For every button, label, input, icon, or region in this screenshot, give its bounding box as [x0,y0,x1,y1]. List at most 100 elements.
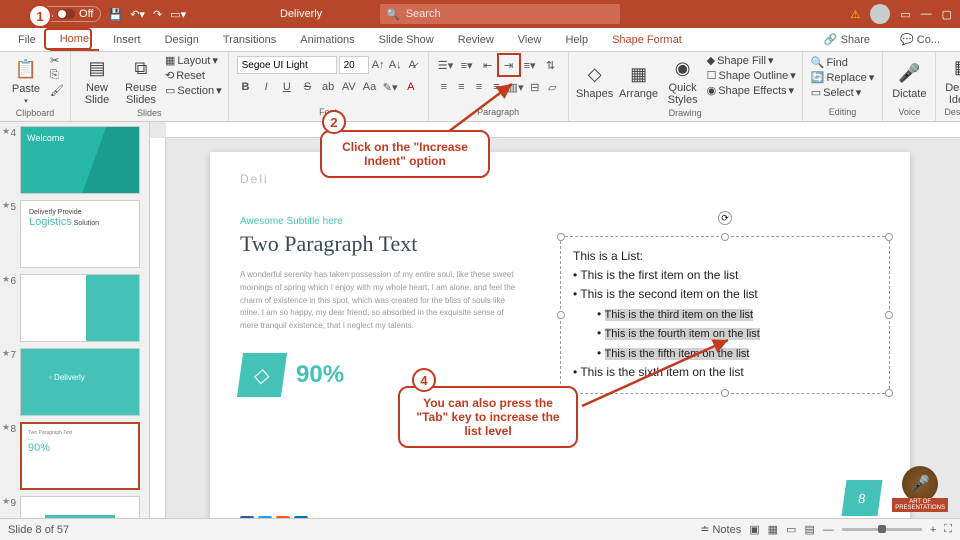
strike-button[interactable]: S [299,78,317,96]
format-painter-icon[interactable]: 🖌 [50,84,64,97]
shadow-button[interactable]: ab [319,78,337,96]
align-left-button[interactable]: ≡ [437,78,452,96]
decrease-font-icon[interactable]: A↓ [388,56,403,74]
list-header[interactable]: This is a List: [573,247,877,266]
align-right-button[interactable]: ≡ [472,78,487,96]
notes-button[interactable]: ≐ Notes [700,523,741,536]
replace-button[interactable]: 🔄 Replace▾ [811,71,875,84]
ribbon-options-icon[interactable]: ▭ [900,8,910,21]
clear-format-icon[interactable]: A̷ [405,56,420,74]
spacing-button[interactable]: AV [340,78,358,96]
font-name-input[interactable] [237,56,337,74]
paste-button[interactable]: 📋Paste▾ [6,54,46,108]
dictate-button[interactable]: 🎤Dictate [889,54,929,107]
ruler-horizontal [166,122,960,138]
shape-effects-button[interactable]: ◉ Shape Effects▾ [707,84,796,97]
slideshow-icon[interactable]: ▭▾ [170,8,186,21]
reuse-slides-button[interactable]: ⧉Reuse Slides [121,54,161,108]
align-center-button[interactable]: ≡ [454,78,469,96]
list-item[interactable]: This is the sixth item on the list [573,363,877,382]
increase-font-icon[interactable]: A↑ [371,56,386,74]
list-item[interactable]: This is the fourth item on the list [573,324,877,344]
new-slide-button[interactable]: ▤New Slide [77,54,117,108]
tab-animations[interactable]: Animations [290,30,364,50]
tab-file[interactable]: File [8,30,46,50]
search-box[interactable]: 🔍 Search [380,4,620,24]
list-text-box[interactable]: ⟳ This is a List: This is the first item… [560,236,890,394]
bullets-button[interactable]: ☰▾ [437,56,455,74]
select-button[interactable]: ▭ Select▾ [811,86,875,99]
rotate-handle-icon[interactable]: ⟳ [718,211,732,225]
tab-transitions[interactable]: Transitions [213,30,286,50]
shape-outline-button[interactable]: ☐ Shape Outline▾ [707,69,796,82]
comments-button[interactable]: 💬 Co... [890,29,950,50]
cut-icon[interactable]: ✂ [50,54,64,67]
tab-help[interactable]: Help [555,30,598,50]
italic-button[interactable]: I [257,78,275,96]
copy-icon[interactable]: ⎘ [50,69,64,82]
document-name: Deliverly [280,8,322,20]
tab-home[interactable]: Home [50,29,99,51]
font-color-button[interactable]: A [402,78,420,96]
tab-design[interactable]: Design [155,30,209,50]
decrease-indent-button[interactable]: ⇤ [479,56,497,74]
bold-button[interactable]: B [237,78,255,96]
tab-shape-format[interactable]: Shape Format [602,30,692,50]
tab-slideshow[interactable]: Slide Show [369,30,444,50]
undo-icon[interactable]: ↶▾ [130,8,145,21]
line-spacing-button[interactable]: ≡▾ [521,56,539,74]
tab-insert[interactable]: Insert [103,30,151,50]
smartart-button[interactable]: ▱ [545,78,560,96]
quick-styles-button[interactable]: ◉Quick Styles [663,54,703,108]
tab-review[interactable]: Review [448,30,504,50]
slide-thumbnails-panel[interactable]: 4★Welcome 5★Deliverly ProvideLogistics S… [0,122,150,518]
fit-icon[interactable]: ⛶ [944,523,952,536]
annotation-badge-1: 1 [28,4,52,28]
font-size-input[interactable] [339,56,369,74]
numbering-button[interactable]: ≡▾ [458,56,476,74]
find-button[interactable]: 🔍 Find [811,56,875,69]
view-sorter-icon[interactable]: ▦ [768,523,778,536]
highlight-button[interactable]: ✎▾ [381,78,399,96]
redo-icon[interactable]: ↷ [153,8,162,21]
list-item[interactable]: This is the fifth item on the list [573,344,877,364]
layout-button[interactable]: ▦ Layout▾ [165,54,222,67]
zoom-slider[interactable] [842,528,922,531]
slide-canvas[interactable]: Deli Awesome Subtitle here Two Paragraph… [150,122,960,518]
thumb-9[interactable] [20,496,140,518]
arrange-button[interactable]: ▦Arrange [619,54,659,108]
thumb-4[interactable]: Welcome [20,126,140,194]
design-ideas-button[interactable]: ▦Design Ideas [942,54,960,107]
align-text-button[interactable]: ⊟ [528,78,543,96]
justify-button[interactable]: ≡ [489,78,504,96]
warning-icon[interactable]: ⚠ [850,8,860,21]
list-item[interactable]: This is the third item on the list [573,305,877,325]
thumb-6[interactable] [20,274,140,342]
close-icon[interactable]: ▢ [942,8,952,21]
view-normal-icon[interactable]: ▣ [749,523,759,536]
case-button[interactable]: Aa [361,78,379,96]
list-item[interactable]: This is the first item on the list [573,266,877,285]
thumb-7[interactable]: ▫ Deliverly [20,348,140,416]
view-reading-icon[interactable]: ▭ [786,523,796,536]
save-icon[interactable]: 💾 [109,8,123,21]
group-editing: 🔍 Find 🔄 Replace▾ ▭ Select▾ Editing [803,52,884,121]
thumb-8[interactable]: Two Paragraph Text....90% [20,422,140,490]
reset-button[interactable]: ⟲ Reset [165,69,222,82]
text-direction-button[interactable]: ⇅ [542,56,560,74]
list-item[interactable]: This is the second item on the list [573,285,877,304]
section-button[interactable]: ▭ Section▾ [165,84,222,97]
slide[interactable]: Deli Awesome Subtitle here Two Paragraph… [210,152,910,518]
increase-indent-button[interactable]: ⇥ [500,56,518,74]
user-avatar[interactable] [870,4,890,24]
underline-button[interactable]: U [278,78,296,96]
share-button[interactable]: 🔗 Share [814,29,880,50]
view-slideshow-icon[interactable]: ▤ [804,523,814,536]
group-voice: 🎤Dictate Voice [883,52,936,121]
tab-view[interactable]: View [508,30,552,50]
minimize-icon[interactable]: — [921,8,932,20]
shape-fill-button[interactable]: ◆ Shape Fill▾ [707,54,796,67]
shapes-button[interactable]: ◇Shapes [575,54,615,108]
columns-button[interactable]: ▥▾ [507,78,525,96]
thumb-5[interactable]: Deliverly ProvideLogistics Solution [20,200,140,268]
